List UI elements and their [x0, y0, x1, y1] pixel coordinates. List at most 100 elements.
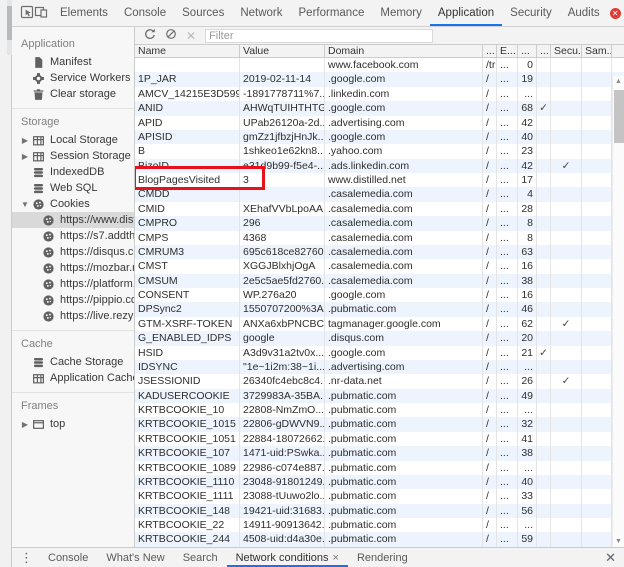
scrollbar-thumb[interactable]	[614, 90, 624, 143]
table-row[interactable]: KRTBCOOKIE_111123088-tUuwo2lo....pubmati…	[135, 489, 624, 503]
table-row[interactable]: G_ENABLED_IDPSgoogle.disqus.com/...20	[135, 331, 624, 345]
drawer-tab-close-icon[interactable]: ×	[333, 552, 339, 564]
sidebar-item-top[interactable]: ▶top	[12, 416, 134, 432]
table-row[interactable]: 1P_JAR2019-02-11-14.google.com/...19	[135, 72, 624, 86]
table-row[interactable]: JSESSIONID26340fc4ebc8c4....nr-data.net/…	[135, 374, 624, 388]
drawer-tab-what-s-new[interactable]: What's New	[97, 548, 173, 567]
sidebar-item-cache-storage[interactable]: Cache Storage	[12, 354, 134, 370]
column-header-secure[interactable]: Secu...	[551, 45, 582, 57]
delete-selected-button[interactable]: ✕	[186, 29, 196, 43]
table-row[interactable]: APISIDgmZz1jfbzjHnJk....google.com/...40	[135, 130, 624, 144]
chevron-right-icon[interactable]: ▶	[20, 152, 30, 161]
sidebar-item-session-storage[interactable]: ▶Session Storage	[12, 148, 134, 164]
table-row[interactable]: AMCV_14215E3D5995...-1891778711%7....lin…	[135, 87, 624, 101]
cell-value: 4508-uid:d4a30e...	[240, 532, 325, 546]
sidebar-item-https-www-distilled-net[interactable]: https://www.distilled.net	[12, 212, 134, 228]
table-row[interactable]: KRTBCOOKIE_108922986-c074e887....pubmati…	[135, 461, 624, 475]
filter-input[interactable]	[205, 29, 433, 43]
column-header-name[interactable]: Name	[135, 45, 240, 57]
sidebar-item-https-live-rezync-com[interactable]: https://live.rezync.com	[12, 308, 134, 324]
sidebar-item-https-disqus-com[interactable]: https://disqus.com	[12, 244, 134, 260]
table-row[interactable]: CMPRO296.casalemedia.com/...8	[135, 216, 624, 230]
sidebar-item-indexeddb[interactable]: IndexedDB	[12, 164, 134, 180]
sidebar-item-cookies[interactable]: ▼Cookies	[12, 196, 134, 212]
table-row[interactable]: CMRUM3695c618ce82760....casalemedia.com/…	[135, 245, 624, 259]
sidebar-item-service-workers[interactable]: Service Workers	[12, 70, 134, 86]
table-row[interactable]: KRTBCOOKIE_2214911-90913642....pubmatic.…	[135, 518, 624, 532]
column-header-value[interactable]: Value	[240, 45, 325, 57]
tab-memory[interactable]: Memory	[372, 0, 430, 26]
tab-console[interactable]: Console	[116, 0, 174, 26]
inspect-element-button[interactable]	[20, 0, 34, 26]
device-toolbar-button[interactable]	[34, 0, 48, 26]
tab-performance[interactable]: Performance	[291, 0, 373, 26]
table-row[interactable]: KRTBCOOKIE_1071471-uid:PSwka....pubmatic…	[135, 446, 624, 460]
tab-elements[interactable]: Elements	[52, 0, 116, 26]
table-row[interactable]: APIDUPab26120a-2d....advertising.com/...…	[135, 116, 624, 130]
sidebar-item-application-cache[interactable]: Application Cache	[12, 370, 134, 386]
table-row[interactable]: CMSTXGGJBlxhjOgA.casalemedia.com/...16	[135, 259, 624, 273]
cell-http	[537, 432, 551, 446]
cell-http: ✓	[537, 101, 551, 115]
refresh-button[interactable]	[144, 28, 156, 43]
table-row[interactable]: CMIDXEhafVVbLpoAA....casalemedia.com/...…	[135, 202, 624, 216]
table-row[interactable]: B1shkeo1e62kn8....yahoo.com/...23	[135, 144, 624, 158]
column-header-size[interactable]: ...	[518, 45, 537, 57]
sidebar-item-manifest[interactable]: Manifest	[12, 54, 134, 70]
sidebar-item-https-pippio-com[interactable]: https://pippio.com	[12, 292, 134, 308]
table-row[interactable]: CMSUM2e5c5ae5fd2760....casalemedia.com/.…	[135, 274, 624, 288]
tab-audits[interactable]: Audits	[560, 0, 608, 26]
table-row[interactable]: CMPS4368.casalemedia.com/...8	[135, 231, 624, 245]
cell-value: "1e~1i2m:38~1i...	[240, 360, 325, 374]
drawer-menu-button[interactable]: ⋮	[20, 550, 33, 566]
table-row[interactable]: KRTBCOOKIE_105122884-18072662....pubmati…	[135, 432, 624, 446]
drawer-tab-rendering[interactable]: Rendering	[348, 548, 417, 567]
column-header-samesite[interactable]: Sam...	[582, 45, 612, 57]
clear-cookies-button[interactable]	[165, 28, 177, 43]
column-header-domain[interactable]: Domain	[325, 45, 483, 57]
column-header-http[interactable]: ...	[537, 45, 551, 57]
table-row[interactable]: GTM-XSRF-TOKENANXa6xbPNCBC...tagmanager.…	[135, 317, 624, 331]
cell-size: 16	[518, 288, 537, 302]
tab-sources[interactable]: Sources	[174, 0, 232, 26]
table-row[interactable]: IDSYNC"1e~1i2m:38~1i....advertising.com/…	[135, 360, 624, 374]
chevron-down-icon[interactable]: ▼	[20, 200, 30, 209]
sidebar-item-https-platform-twitter-com[interactable]: https://platform.twitter.com	[12, 276, 134, 292]
drawer-tab-network-conditions[interactable]: Network conditions×	[227, 548, 348, 567]
chevron-right-icon[interactable]: ▶	[20, 420, 30, 429]
table-row[interactable]: DPSync21550707200%3A....pubmatic.com/...…	[135, 302, 624, 316]
tab-security[interactable]: Security	[502, 0, 560, 26]
table-row[interactable]: HSIDA3d9v31a2tv0x....google.com/...21✓	[135, 346, 624, 360]
tab-network[interactable]: Network	[232, 0, 290, 26]
table-row[interactable]: KRTBCOOKIE_111023048-91801249....pubmati…	[135, 475, 624, 489]
issues-badges[interactable]: ✕ 20 17	[610, 0, 624, 26]
drawer-close-button[interactable]: ✕	[605, 550, 616, 566]
sidebar-item-https-s7-addthis-com[interactable]: https://s7.addthis.com	[12, 228, 134, 244]
table-row[interactable]: KADUSERCOOKIE3729983A-35BA....pubmatic.c…	[135, 389, 624, 403]
cell-http	[537, 159, 551, 173]
scroll-up-icon[interactable]: ▲	[613, 76, 624, 87]
drawer-tab-search[interactable]: Search	[174, 548, 227, 567]
tab-application[interactable]: Application	[430, 0, 502, 26]
chevron-right-icon[interactable]: ▶	[20, 136, 30, 145]
table-row[interactable]: KRTBCOOKIE_1022808-NmZmO....pubmatic.com…	[135, 403, 624, 417]
sidebar-item-web-sql[interactable]: Web SQL	[12, 180, 134, 196]
sidebar-item-https-mozbar-moz-com[interactable]: https://mozbar.moz.com	[12, 260, 134, 276]
table-row[interactable]: KRTBCOOKIE_14819421-uid:31683....pubmati…	[135, 504, 624, 518]
sidebar-item-local-storage[interactable]: ▶Local Storage	[12, 132, 134, 148]
table-row[interactable]: KRTBCOOKIE_2444508-uid:d4a30e....pubmati…	[135, 532, 624, 546]
sidebar-item-clear-storage[interactable]: Clear storage	[12, 86, 134, 102]
table-row[interactable]: CMDD.casalemedia.com/...4	[135, 187, 624, 201]
column-header-path[interactable]: ...	[483, 45, 497, 57]
drawer-tab-console[interactable]: Console	[39, 548, 97, 567]
table-scrollbar[interactable]: ▲ ▼	[612, 76, 624, 547]
table-row[interactable]: CONSENTWP.276a20.google.com/...16	[135, 288, 624, 302]
table-row[interactable]: KRTBCOOKIE_101522806-gDWVN9....pubmatic.…	[135, 417, 624, 431]
scroll-down-icon[interactable]: ▼	[613, 536, 624, 547]
table-row[interactable]: ANIDAHWqTUIHTHTG....google.com/...68✓	[135, 101, 624, 115]
table-row[interactable]: BlogPagesVisited3www.distilled.net/...17	[135, 173, 624, 187]
table-row[interactable]: BizoIDe31d9b99-f5e4-....ads.linkedin.com…	[135, 159, 624, 173]
column-header-expires[interactable]: E...	[497, 45, 518, 57]
cell-name: KRTBCOOKIE_1110	[135, 475, 240, 489]
table-row[interactable]: www.facebook.com/tr...0	[135, 58, 624, 72]
